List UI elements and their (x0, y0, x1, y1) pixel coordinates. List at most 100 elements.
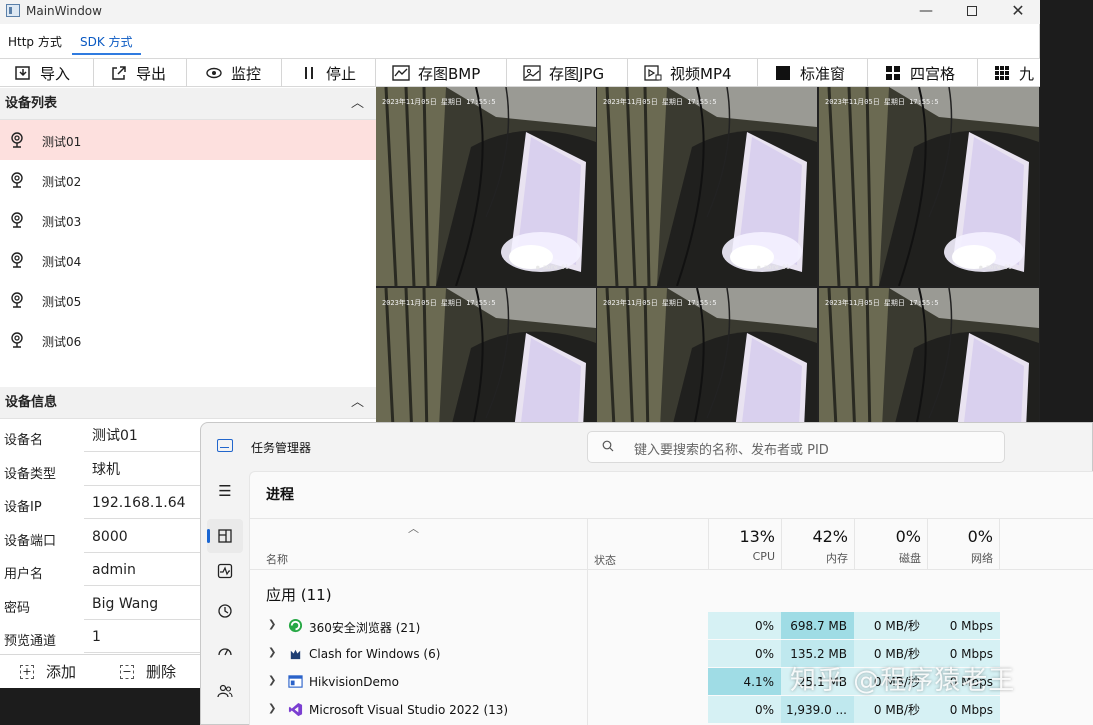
column-name-label: 名称 (266, 553, 288, 566)
field-label: 设备端口 (4, 533, 57, 549)
webcam-icon (11, 292, 23, 308)
minimize-button[interactable]: — (903, 0, 949, 24)
video-timestamp: 2023年11月05日 星期日 17:55:5 (825, 98, 939, 106)
eye-icon (205, 64, 223, 82)
tab-http[interactable]: Http 方式 (8, 29, 62, 55)
square-icon (774, 64, 792, 82)
field-label: 设备类型 (4, 466, 57, 482)
task-manager-icon (217, 439, 233, 452)
standard-window-label: 标准窗 (800, 64, 846, 83)
camera-feed-image (597, 87, 817, 286)
device-list-item[interactable]: 测试02 (0, 160, 376, 200)
camera-feed-image (819, 87, 1039, 286)
column-network[interactable]: 0% 网络 (927, 519, 1000, 569)
processes-nav-icon[interactable] (207, 519, 243, 553)
disk-label: 磁盘 (899, 552, 921, 565)
startup-nav-icon[interactable] (215, 641, 235, 661)
webcam-icon (11, 332, 23, 348)
chevron-right-icon[interactable]: ❯ (268, 703, 276, 714)
image-icon (523, 64, 541, 82)
video-timestamp: 2023年11月05日 星期日 17:55:5 (825, 299, 939, 307)
process-memory: 1,939.0 ... (781, 696, 854, 724)
video-timestamp: 2023年11月05日 星期日 17:55:5 (603, 299, 717, 307)
webcam-icon (11, 172, 23, 188)
device-list-item[interactable]: 测试04 (0, 240, 376, 280)
history-nav-icon[interactable] (215, 601, 235, 621)
import-icon (14, 64, 32, 82)
column-disk[interactable]: 0% 磁盘 (854, 519, 927, 569)
quad-grid-button[interactable]: 四宫格 (868, 59, 978, 87)
title-bar: MainWindow — ✕ (0, 0, 1040, 24)
export-button[interactable]: 导出 (94, 59, 187, 87)
section-title: 进程 (266, 487, 294, 503)
chevron-right-icon[interactable]: ❯ (268, 619, 276, 630)
export-label: 导出 (136, 64, 167, 83)
save-bmp-button[interactable]: 存图BMP (376, 59, 507, 87)
task-manager-nav: ☰ (201, 471, 249, 725)
delete-device-button[interactable]: − 删除 (120, 655, 176, 688)
webcam-icon (11, 252, 23, 268)
save-jpg-button[interactable]: 存图JPG (507, 59, 628, 87)
add-label: 添加 (46, 663, 77, 681)
device-list-item[interactable]: 测试03 (0, 200, 376, 240)
video-mp4-label: 视频MP4 (670, 64, 732, 83)
device-name: 测试06 (42, 335, 82, 349)
field-label: 设备IP (4, 500, 42, 515)
apps-group-header[interactable]: 应用 (11) (266, 584, 332, 605)
monitor-label: 监控 (231, 64, 262, 83)
column-name[interactable]: ︿ 名称 (250, 519, 587, 569)
tab-sdk[interactable]: SDK 方式 (72, 29, 141, 55)
device-list-item[interactable]: 测试05 (0, 280, 376, 320)
video-cell[interactable]: 2023年11月05日 星期日 17:55:5 ● more 01 (597, 87, 817, 286)
video-cell[interactable]: 2023年11月05日 星期日 17:55:5 ● more 01 (376, 87, 596, 286)
maximize-button[interactable] (949, 0, 995, 24)
stop-button[interactable]: 停止 (282, 59, 376, 87)
process-search-input[interactable]: 键入要搜索的名称、发布者或 PID (587, 431, 1005, 463)
export-icon (110, 64, 128, 82)
device-list: 测试01 测试02 测试03 测试04 测试05 测试06 (0, 120, 376, 386)
mode-tabs: Http 方式 SDK 方式 (0, 29, 1040, 55)
column-cpu[interactable]: 13% CPU (708, 519, 781, 569)
video-timestamp: 2023年11月05日 星期日 17:55:5 (603, 98, 717, 106)
process-network: 0 Mbps (927, 696, 1000, 724)
device-info-header[interactable]: 设备信息 ︿ (0, 387, 376, 419)
field-label: 预览通道 (4, 634, 57, 649)
monitor-button[interactable]: 监控 (187, 59, 282, 87)
watermark: 知乎 @程序猿老王 (790, 666, 1016, 696)
column-status[interactable]: 状态 (587, 519, 708, 569)
process-row[interactable]: ❯ 360安全浏览器 (21) 0% 698.7 MB 0 MB/秒 0 Mbps (250, 612, 1093, 640)
performance-nav-icon[interactable] (215, 561, 235, 581)
hamburger-menu-icon[interactable]: ☰ (215, 481, 235, 501)
memory-total: 42% (812, 527, 848, 546)
chevron-right-icon[interactable]: ❯ (268, 675, 276, 686)
standard-window-button[interactable]: 标准窗 (758, 59, 868, 87)
cpu-label: CPU (752, 550, 775, 563)
plus-icon: + (20, 664, 34, 679)
network-label: 网络 (971, 552, 993, 565)
process-name: HikvisionDemo (309, 675, 399, 689)
import-button[interactable]: 导入 (0, 59, 94, 87)
device-name: 测试01 (42, 135, 82, 149)
video-cell[interactable]: 2023年11月05日 星期日 17:55:5 ● more 01 (819, 87, 1039, 286)
nine-grid-button[interactable]: 九 (978, 59, 1040, 87)
save-jpg-label: 存图JPG (549, 64, 605, 83)
device-list-item[interactable]: 测试06 (0, 320, 376, 360)
process-row[interactable]: ❯ Microsoft Visual Studio 2022 (13) 0% 1,93… (250, 696, 1093, 724)
chart-icon (392, 64, 410, 82)
process-disk: 0 MB/秒 (854, 696, 927, 724)
add-device-button[interactable]: + 添加 (20, 655, 76, 688)
process-network: 0 Mbps (927, 612, 1000, 640)
chevron-right-icon[interactable]: ❯ (268, 647, 276, 658)
device-list-item[interactable]: 测试01 (0, 120, 376, 160)
column-memory[interactable]: 42% 内存 (781, 519, 854, 569)
device-list-header[interactable]: 设备列表 ︿ (0, 88, 376, 120)
video-mp4-button[interactable]: 视频MP4 (628, 59, 758, 87)
nine-grid-label: 九 (1019, 64, 1035, 83)
chevron-up-icon[interactable]: ︿ (351, 88, 364, 120)
save-bmp-label: 存图BMP (418, 64, 481, 83)
users-nav-icon[interactable] (215, 681, 235, 701)
webcam-icon (11, 212, 23, 228)
field-label: 密码 (4, 600, 31, 616)
chevron-up-icon[interactable]: ︿ (351, 387, 364, 419)
close-button[interactable]: ✕ (995, 0, 1041, 24)
